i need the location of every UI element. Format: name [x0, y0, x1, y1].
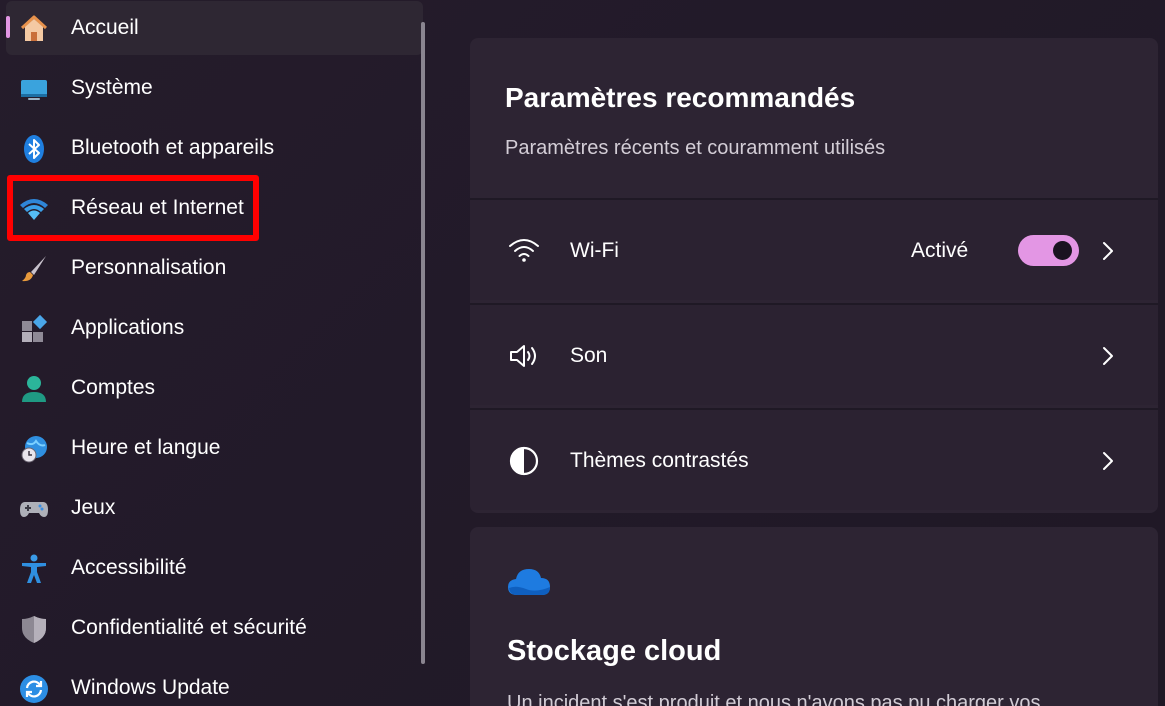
globe-clock-icon [18, 433, 50, 465]
sidebar-item-heure[interactable]: Heure et langue [6, 421, 423, 475]
sidebar-item-label: Accessibilité [71, 556, 187, 579]
home-icon [18, 13, 50, 45]
sidebar-item-label: Confidentialité et sécurité [71, 616, 307, 639]
card-subtitle: Paramètres récents et couramment utilisé… [505, 137, 886, 159]
speaker-icon [507, 339, 541, 373]
active-indicator [6, 16, 10, 38]
row-themes-contrastes[interactable]: Thèmes contrastés [470, 408, 1158, 510]
sidebar-item-personnalisation[interactable]: Personnalisation [6, 241, 423, 295]
sidebar-item-label: Jeux [71, 496, 116, 519]
sidebar-item-label: Heure et langue [71, 436, 221, 459]
toggle-knob [1053, 241, 1072, 260]
recommended-settings-card: Paramètres recommandés Paramètres récent… [470, 38, 1158, 513]
wifi-status: Activé [911, 239, 969, 262]
row-wifi[interactable]: Wi-Fi Activé [470, 198, 1158, 300]
sidebar-scrollbar[interactable] [421, 22, 425, 664]
sidebar-item-label: Personnalisation [71, 256, 227, 279]
row-label: Wi-Fi [570, 239, 619, 262]
card-title: Stockage cloud [507, 635, 722, 667]
sidebar-item-confidentialite[interactable]: Confidentialité et sécurité [6, 601, 423, 655]
cloud-icon [506, 565, 552, 599]
sidebar-item-windows-update[interactable]: Windows Update [6, 661, 423, 706]
card-title: Paramètres recommandés [505, 82, 856, 113]
sidebar-item-systeme[interactable]: Système [6, 61, 423, 115]
chevron-right-icon[interactable] [1098, 238, 1118, 264]
sidebar-item-bluetooth[interactable]: Bluetooth et appareils [6, 121, 423, 175]
user-icon [18, 373, 50, 405]
wifi-icon [507, 234, 541, 268]
bluetooth-icon [18, 133, 50, 165]
sidebar: Accueil Système Bluetooth et appareils R… [0, 0, 430, 706]
card-header: Paramètres recommandés Paramètres récent… [470, 38, 1158, 198]
cloud-error-text: Un incident s'est produit et nous n'avon… [507, 692, 1041, 706]
monitor-icon [18, 73, 50, 105]
sidebar-item-jeux[interactable]: Jeux [6, 481, 423, 535]
row-label: Son [570, 344, 608, 367]
row-son[interactable]: Son [470, 303, 1158, 405]
sidebar-item-label: Système [71, 76, 153, 99]
settings-window: Accueil Système Bluetooth et appareils R… [0, 0, 1165, 706]
paintbrush-icon [18, 253, 50, 285]
wifi-icon [18, 193, 50, 225]
sidebar-item-label: Comptes [71, 376, 156, 399]
sidebar-item-label: Applications [71, 316, 185, 339]
gamepad-icon [18, 493, 50, 525]
sidebar-item-applications[interactable]: Applications [6, 301, 423, 355]
sidebar-item-label: Windows Update [71, 676, 230, 699]
wifi-toggle[interactable] [1018, 235, 1079, 266]
cloud-storage-card: Stockage cloud Un incident s'est produit… [470, 527, 1158, 706]
sidebar-item-label: Réseau et Internet [71, 196, 244, 219]
sidebar-item-accessibilite[interactable]: Accessibilité [6, 541, 423, 595]
chevron-right-icon[interactable] [1098, 343, 1118, 369]
shield-icon [18, 613, 50, 645]
apps-icon [18, 313, 50, 345]
sidebar-item-comptes[interactable]: Comptes [6, 361, 423, 415]
sidebar-item-label: Accueil [71, 16, 139, 39]
sidebar-item-reseau[interactable]: Réseau et Internet [6, 181, 423, 235]
accessibility-icon [18, 553, 50, 585]
sidebar-item-accueil[interactable]: Accueil [6, 1, 423, 55]
chevron-right-icon[interactable] [1098, 448, 1118, 474]
contrast-icon [507, 444, 541, 478]
row-label: Thèmes contrastés [570, 449, 749, 472]
update-icon [18, 673, 50, 705]
sidebar-item-label: Bluetooth et appareils [71, 136, 275, 159]
